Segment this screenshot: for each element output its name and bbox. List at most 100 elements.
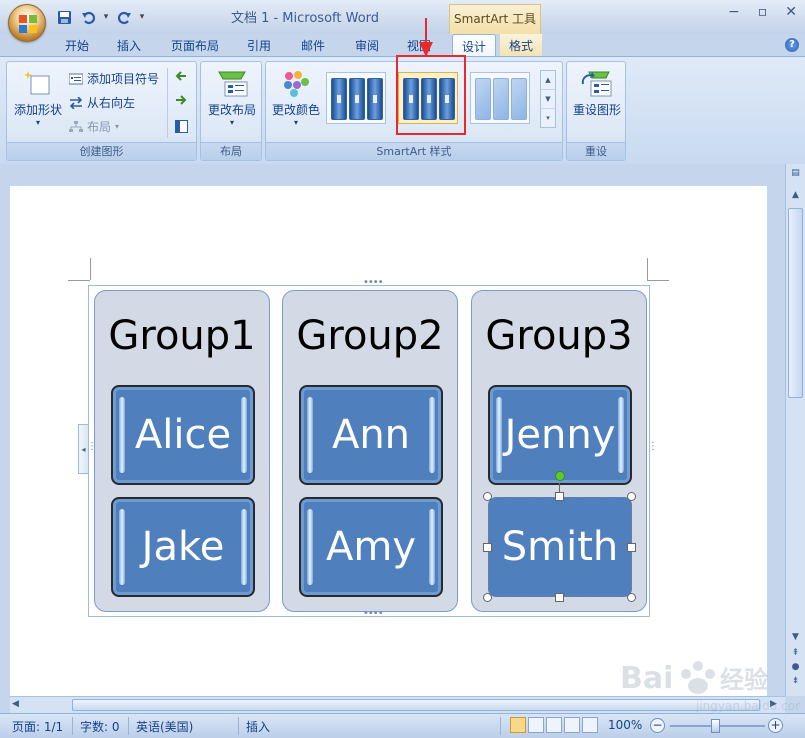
- scroll-right-icon[interactable]: ▶: [770, 699, 777, 709]
- change-colors-button[interactable]: 更改颜色 ▾: [268, 70, 324, 127]
- tab-insert[interactable]: 插入: [108, 34, 150, 56]
- add-shape-icon: [24, 71, 50, 95]
- window-controls: − ▫ ✕: [728, 4, 797, 20]
- status-bar: 页面: 1/1 字数: 0 英语(美国) 插入 100% − +: [0, 713, 805, 738]
- close-icon[interactable]: ✕: [785, 4, 797, 20]
- zoom-out-icon[interactable]: −: [650, 718, 665, 733]
- resize-handle[interactable]: [483, 593, 492, 602]
- tab-review[interactable]: 审阅: [346, 34, 388, 56]
- add-bullet-button[interactable]: 添加项目符号: [69, 70, 159, 87]
- gallery-more-icon[interactable]: ▾: [541, 109, 555, 128]
- office-button[interactable]: [8, 4, 46, 42]
- promote-arrow-icon: [175, 71, 186, 81]
- next-page-icon[interactable]: ⇟: [786, 676, 805, 686]
- help-icon[interactable]: ?: [785, 38, 799, 52]
- group-column[interactable]: Group3 Jenny Smith: [471, 290, 647, 612]
- item-card[interactable]: Jenny: [488, 385, 632, 485]
- gallery-down-icon[interactable]: ▼: [541, 90, 555, 109]
- tab-view[interactable]: 视图: [398, 34, 440, 56]
- browse-object-icon[interactable]: ●: [786, 662, 805, 672]
- right-to-left-button[interactable]: 从右向左: [69, 94, 135, 111]
- print-layout-view-icon[interactable]: [510, 717, 526, 733]
- style-option-3[interactable]: [470, 72, 530, 124]
- bullet-list-icon: [69, 73, 83, 84]
- word-count[interactable]: 字数: 0: [80, 718, 120, 735]
- zoom-in-icon[interactable]: +: [768, 718, 783, 733]
- style-option-2[interactable]: [398, 72, 458, 124]
- tab-design[interactable]: 设计: [452, 34, 496, 56]
- maximize-icon[interactable]: ▫: [758, 4, 768, 20]
- insert-mode[interactable]: 插入: [246, 718, 270, 735]
- tab-mailings[interactable]: 邮件: [292, 34, 334, 56]
- ribbon: 添加形状 ▾ 添加项目符号 从右向左 布局 ▾ 创建图形 更改布局 ▾ 布局 更…: [0, 56, 805, 164]
- text-pane-button[interactable]: [175, 120, 188, 133]
- web-layout-icon[interactable]: [546, 717, 562, 733]
- vertical-scroll-thumb[interactable]: [788, 208, 803, 398]
- group-title[interactable]: Group2: [283, 313, 457, 359]
- tab-page-layout[interactable]: 页面布局: [164, 34, 226, 56]
- layout-small-label: 布局: [87, 120, 112, 134]
- group-column[interactable]: Group2 Ann Amy: [282, 290, 458, 612]
- resize-handle[interactable]: [627, 593, 636, 602]
- resize-handle[interactable]: [555, 593, 564, 602]
- item-card[interactable]: Ann: [299, 385, 443, 485]
- tab-home[interactable]: 开始: [56, 34, 98, 56]
- horizontal-scrollbar[interactable]: ◀ ▶: [10, 696, 785, 713]
- layouts-group: 更改布局 ▾ 布局: [200, 61, 262, 161]
- item-card-selected[interactable]: Smith: [488, 497, 632, 597]
- reset-graphic-button[interactable]: 重设图形: [568, 70, 626, 118]
- zoom-level[interactable]: 100%: [608, 718, 642, 732]
- item-card[interactable]: Amy: [299, 497, 443, 597]
- resize-handle[interactable]: [483, 543, 492, 552]
- draft-view-icon[interactable]: [582, 717, 598, 733]
- item-label: Jake: [141, 524, 225, 570]
- language-indicator[interactable]: 英语(美国): [136, 718, 193, 735]
- change-layout-dropdown-icon: ▾: [229, 118, 234, 127]
- full-screen-reading-icon[interactable]: [528, 717, 544, 733]
- smartart-graphic[interactable]: •••• •••• ⋮ ⋮ Group1 Alice Jake Group2 A…: [87, 277, 658, 619]
- group-column[interactable]: Group1 Alice Jake: [94, 290, 270, 612]
- frame-handle[interactable]: ⋮: [648, 441, 658, 452]
- resize-handle[interactable]: [627, 492, 636, 501]
- horizontal-scroll-thumb[interactable]: [72, 699, 760, 711]
- scroll-up-icon[interactable]: ▲: [786, 190, 805, 200]
- tab-format[interactable]: 格式: [500, 34, 542, 56]
- change-layout-label: 更改布局: [207, 103, 256, 117]
- minimize-icon[interactable]: −: [728, 4, 740, 20]
- scroll-down-icon[interactable]: ▼: [786, 632, 805, 642]
- add-shape-button[interactable]: 添加形状 ▾: [11, 70, 65, 127]
- item-label: Smith: [501, 524, 619, 570]
- reset-graphic-icon: [581, 71, 612, 97]
- scroll-left-icon[interactable]: ◀: [12, 699, 19, 709]
- prev-page-icon[interactable]: ⇞: [786, 648, 805, 658]
- office-logo-icon: [19, 15, 37, 33]
- reset-group: 重设图形 重设: [566, 61, 626, 161]
- frame-handle[interactable]: ••••: [363, 277, 384, 288]
- resize-handle[interactable]: [555, 492, 564, 501]
- change-layout-button[interactable]: 更改布局 ▾: [203, 70, 261, 127]
- group-title[interactable]: Group1: [95, 313, 269, 359]
- resize-handle[interactable]: [483, 492, 492, 501]
- outline-view-icon[interactable]: [564, 717, 580, 733]
- demote-button[interactable]: [175, 94, 187, 106]
- ruler-toggle-icon[interactable]: ▤: [786, 168, 805, 178]
- promote-button[interactable]: [175, 70, 187, 82]
- layout-dropdown-icon: ▾: [115, 122, 120, 131]
- item-card[interactable]: Jake: [111, 497, 255, 597]
- gallery-up-icon[interactable]: ▲: [541, 71, 555, 90]
- crop-mark: [647, 280, 669, 281]
- org-chart-icon: [69, 120, 83, 132]
- rotate-handle[interactable]: [555, 471, 565, 481]
- add-shape-dropdown-icon: ▾: [35, 118, 40, 127]
- resize-handle[interactable]: [627, 543, 636, 552]
- add-bullet-label: 添加项目符号: [87, 72, 160, 86]
- layout-dropdown-button[interactable]: 布局 ▾: [69, 118, 119, 135]
- reset-group-label: 重设: [567, 142, 625, 160]
- tab-references[interactable]: 引用: [238, 34, 280, 56]
- page-count[interactable]: 页面: 1/1: [12, 718, 63, 735]
- zoom-slider-thumb[interactable]: [711, 719, 720, 733]
- group-title[interactable]: Group3: [472, 313, 646, 359]
- style-option-1[interactable]: [326, 72, 386, 124]
- item-card[interactable]: Alice: [111, 385, 255, 485]
- vertical-scrollbar[interactable]: ▤ ▲ ▼ ⇞ ● ⇟: [785, 164, 805, 696]
